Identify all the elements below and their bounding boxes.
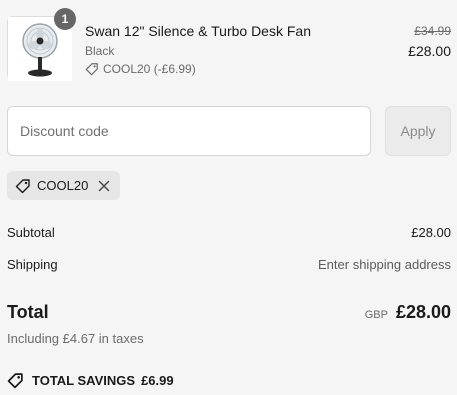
product-name: Swan 12" Silence & Turbo Desk Fan (85, 23, 311, 39)
original-price: £34.99 (414, 24, 451, 38)
total-label: Total (7, 302, 49, 322)
apply-button[interactable]: Apply (385, 106, 451, 156)
shipping-value: Enter shipping address (318, 257, 451, 272)
final-price: £28.00 (408, 43, 451, 59)
line-item: 1 Swan 12" Silence & Turbo Desk Fan Blac… (7, 8, 451, 82)
savings-value: £6.99 (141, 373, 174, 388)
total-savings: TOTAL SAVINGS £6.99 (7, 372, 174, 389)
tag-icon (85, 63, 98, 76)
currency-code: GBP (364, 309, 388, 321)
close-icon[interactable] (98, 180, 110, 192)
product-discount: COOL20 (-£6.99) (85, 62, 196, 76)
discount-code-input[interactable] (7, 106, 371, 156)
product-discount-text: COOL20 (-£6.99) (103, 62, 196, 76)
tag-icon (7, 372, 24, 389)
subtotal-label: Subtotal (7, 225, 55, 240)
savings-label: TOTAL SAVINGS (32, 373, 136, 388)
applied-code-label: COOL20 (37, 178, 89, 193)
product-variant: Black (85, 44, 115, 58)
total-amount-group: GBP £28.00 (365, 302, 451, 323)
total-value: £28.00 (395, 302, 451, 322)
shipping-label: Shipping (7, 257, 58, 272)
applied-discount-chip: COOL20 (7, 171, 121, 200)
quantity-badge: 1 (54, 8, 76, 30)
subtotal-value: £28.00 (411, 225, 451, 240)
tag-icon (15, 178, 31, 194)
taxes-note: Including £4.67 in taxes (7, 331, 144, 346)
